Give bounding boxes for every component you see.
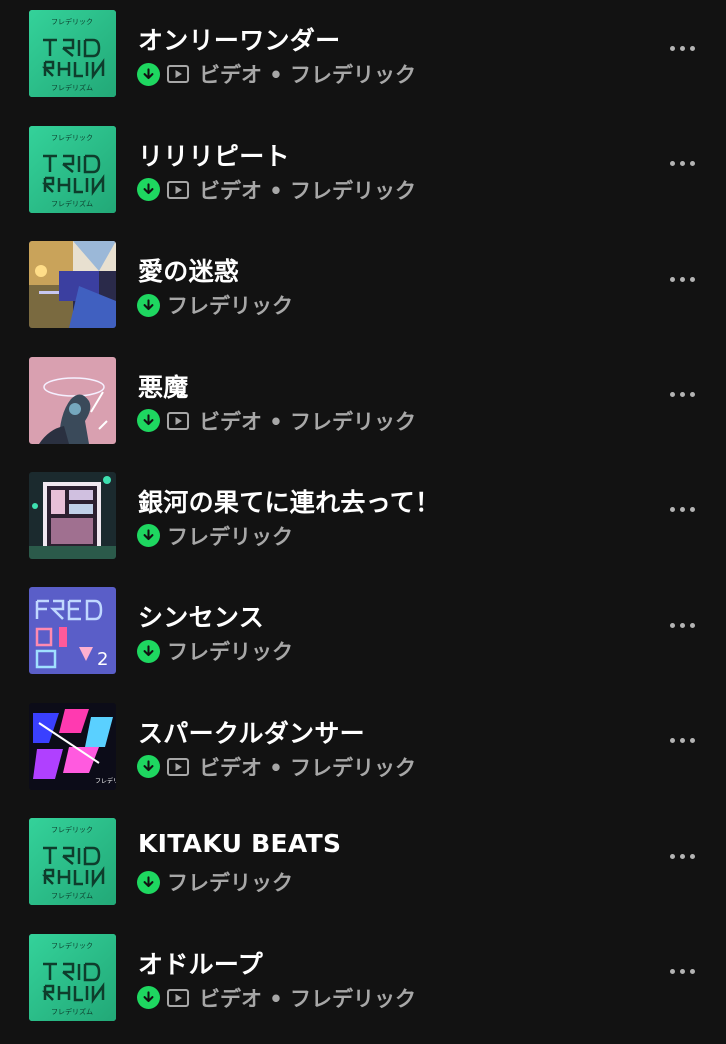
track-title: 悪魔 xyxy=(138,372,189,402)
track-title: 愛の迷惑 xyxy=(138,257,240,287)
track-row[interactable]: フレデリック フレデリズム KITAKU BEATS フレデリック xyxy=(0,813,726,928)
album-art: フレデリック フレデリズム xyxy=(29,125,116,213)
track-title: リリリピート xyxy=(138,141,290,171)
download-arrow-icon xyxy=(137,986,160,1010)
album-art: フレデリック フレデリズム xyxy=(29,10,116,98)
video-play-icon xyxy=(167,411,189,430)
svg-text:フレデリズム: フレデリズム xyxy=(51,891,93,900)
download-arrow-icon xyxy=(137,524,160,548)
download-arrow-icon xyxy=(137,293,160,317)
track-title: KITAKU BEATS xyxy=(138,829,342,859)
track-subtitle-row: ビデオ • フレデリック xyxy=(137,62,417,88)
svg-text:フレデリズム: フレデリズム xyxy=(51,1007,93,1016)
album-art: フレデリック フレデリズム xyxy=(29,933,116,1021)
more-options-icon[interactable] xyxy=(662,36,702,60)
album-art xyxy=(29,471,116,559)
track-subtitle-row: フレデリック xyxy=(137,639,293,665)
track-title: オンリーワンダー xyxy=(138,26,341,56)
track-row[interactable]: 2 シンセンスフレデリック xyxy=(0,582,726,697)
svg-text:フレデリズム: フレデリズム xyxy=(51,199,93,208)
track-subtitle-row: ビデオ • フレデリック xyxy=(137,986,417,1011)
download-arrow-icon xyxy=(137,870,160,894)
more-options-icon[interactable] xyxy=(662,267,702,291)
track-subtitle: ビデオ • フレデリック xyxy=(199,755,417,780)
track-subtitle: フレデリック xyxy=(167,294,293,319)
more-options-icon[interactable] xyxy=(662,729,702,753)
video-play-icon xyxy=(167,757,189,776)
more-options-icon[interactable] xyxy=(662,152,702,176)
album-art xyxy=(29,356,116,444)
track-subtitle-row: ビデオ • フレデリック xyxy=(137,178,417,203)
svg-text:フレデリック: フレデリック xyxy=(51,17,93,26)
more-options-icon[interactable] xyxy=(662,844,702,868)
svg-text:フレデリック: フレデリック xyxy=(51,825,93,834)
svg-text:フレデリズム: フレデリズム xyxy=(51,83,93,92)
download-arrow-icon xyxy=(137,755,160,779)
video-play-icon xyxy=(167,65,189,84)
track-row[interactable]: フレデリック フレデリズム オドループビデオ • フレデリック xyxy=(0,929,726,1044)
download-arrow-icon xyxy=(137,639,160,663)
album-art: フレデリック フレデリズム xyxy=(29,818,116,906)
track-row[interactable]: 銀河の果てに連れ去って！ フレデリック xyxy=(0,467,726,582)
track-title: 銀河の果てに連れ去って！ xyxy=(138,487,441,517)
download-arrow-icon xyxy=(137,178,160,202)
album-art: 2 xyxy=(29,587,116,675)
track-subtitle: ビデオ • フレデリック xyxy=(199,409,417,434)
track-subtitle-row: フレデリック xyxy=(137,524,293,549)
track-title: シンセンス xyxy=(138,603,265,633)
track-subtitle: フレデリック xyxy=(167,524,293,549)
track-row[interactable]: フレデリック スパークルダンサービデオ • フレデリック xyxy=(0,698,726,813)
track-subtitle-row: フレデリック xyxy=(137,870,293,896)
track-row[interactable]: 愛の迷惑フレデリック xyxy=(0,236,726,351)
video-play-icon xyxy=(167,180,189,199)
track-subtitle-row: フレデリック xyxy=(137,293,293,319)
track-subtitle-row: ビデオ • フレデリック xyxy=(137,409,417,434)
track-list: フレデリック フレデリック フレデリズム オンリーワンダービデオ • フレデリッ… xyxy=(0,0,726,1044)
more-options-icon[interactable] xyxy=(662,383,702,407)
video-play-icon xyxy=(167,988,189,1007)
album-art xyxy=(29,241,116,329)
track-subtitle-row: ビデオ • フレデリック xyxy=(137,755,417,780)
svg-text:フレデリック: フレデリック xyxy=(95,777,116,785)
track-row[interactable]: 悪魔 ビデオ • フレデリック xyxy=(0,352,726,467)
svg-text:フレデリック: フレデリック xyxy=(51,941,93,950)
track-row[interactable]: フレデリック フレデリズム リリリピートビデオ • フレデリック xyxy=(0,121,726,236)
track-subtitle: ビデオ • フレデリック xyxy=(199,63,417,88)
track-subtitle: ビデオ • フレデリック xyxy=(199,178,417,203)
more-options-icon[interactable] xyxy=(662,960,702,984)
track-row[interactable]: フレデリック フレデリズム オンリーワンダービデオ • フレデリック xyxy=(0,5,726,120)
track-subtitle: フレデリック xyxy=(167,640,293,665)
track-subtitle: ビデオ • フレデリック xyxy=(199,986,417,1011)
more-options-icon[interactable] xyxy=(662,498,702,522)
download-arrow-icon xyxy=(137,62,160,86)
more-options-icon[interactable] xyxy=(662,613,702,637)
track-title: オドループ xyxy=(138,949,264,979)
svg-text:フレデリック: フレデリック xyxy=(51,133,93,142)
download-arrow-icon xyxy=(137,409,160,433)
track-subtitle: フレデリック xyxy=(167,871,293,896)
track-title: スパークルダンサー xyxy=(138,718,365,748)
svg-text:2: 2 xyxy=(97,649,108,670)
album-art: フレデリック xyxy=(29,702,116,790)
